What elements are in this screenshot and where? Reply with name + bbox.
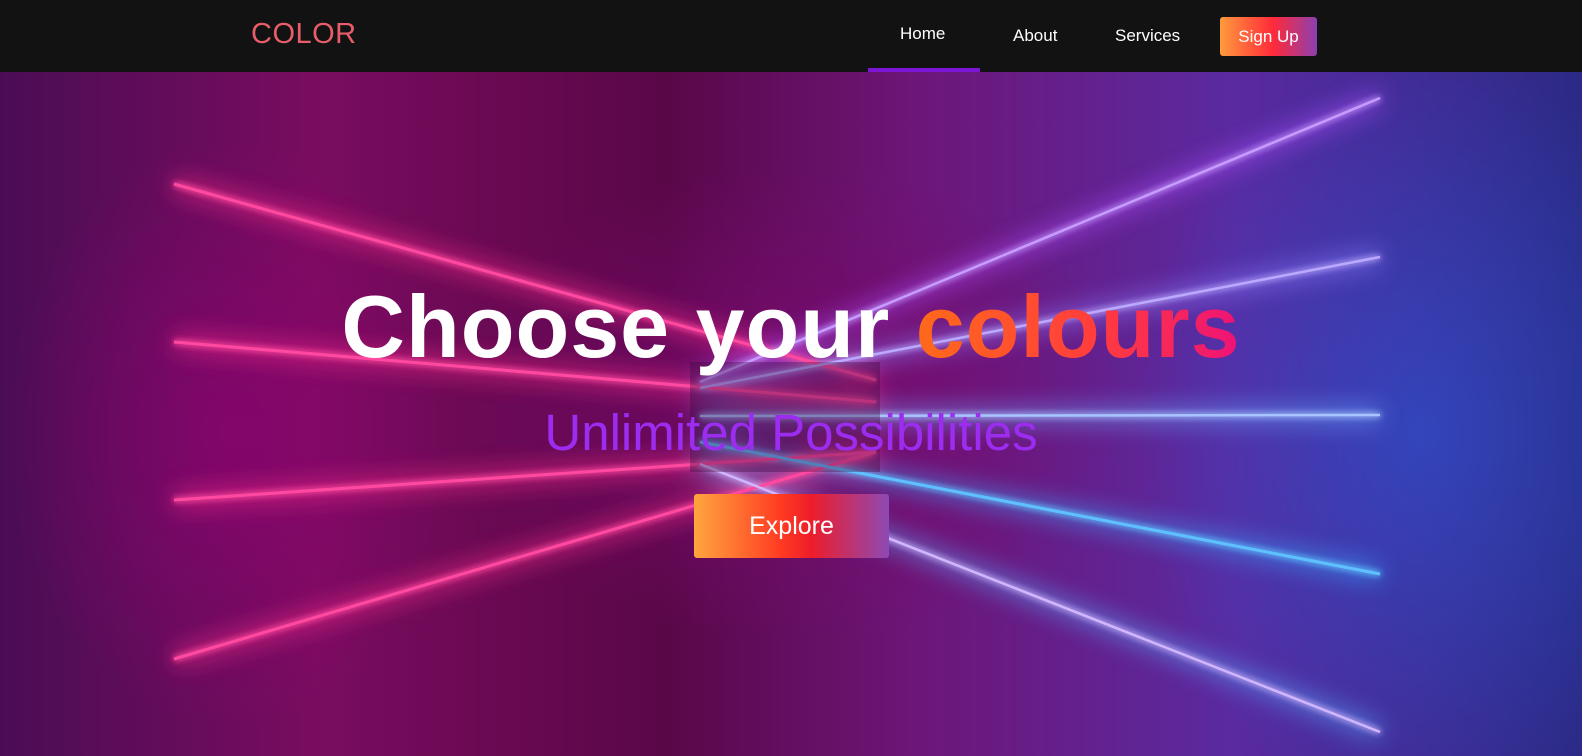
signup-button[interactable]: Sign Up <box>1220 17 1317 56</box>
hero-headline: Choose your colours <box>0 276 1582 378</box>
nav-item-about[interactable]: About <box>1013 26 1057 46</box>
nav-item-home[interactable]: Home <box>900 24 945 44</box>
nav-item-services[interactable]: Services <box>1115 26 1180 46</box>
hero-subtitle: Unlimited Possibilities <box>544 404 1038 461</box>
logo[interactable]: COLOR <box>251 18 357 51</box>
headline-accent: colours <box>915 277 1241 376</box>
explore-button[interactable]: Explore <box>694 494 889 558</box>
navbar: COLOR Home About Services Sign Up <box>0 0 1582 72</box>
nav-active-indicator <box>868 68 980 72</box>
hero-section: Choose your colours Unlimited Possibilit… <box>0 72 1582 756</box>
headline-prefix: Choose your <box>341 277 916 376</box>
